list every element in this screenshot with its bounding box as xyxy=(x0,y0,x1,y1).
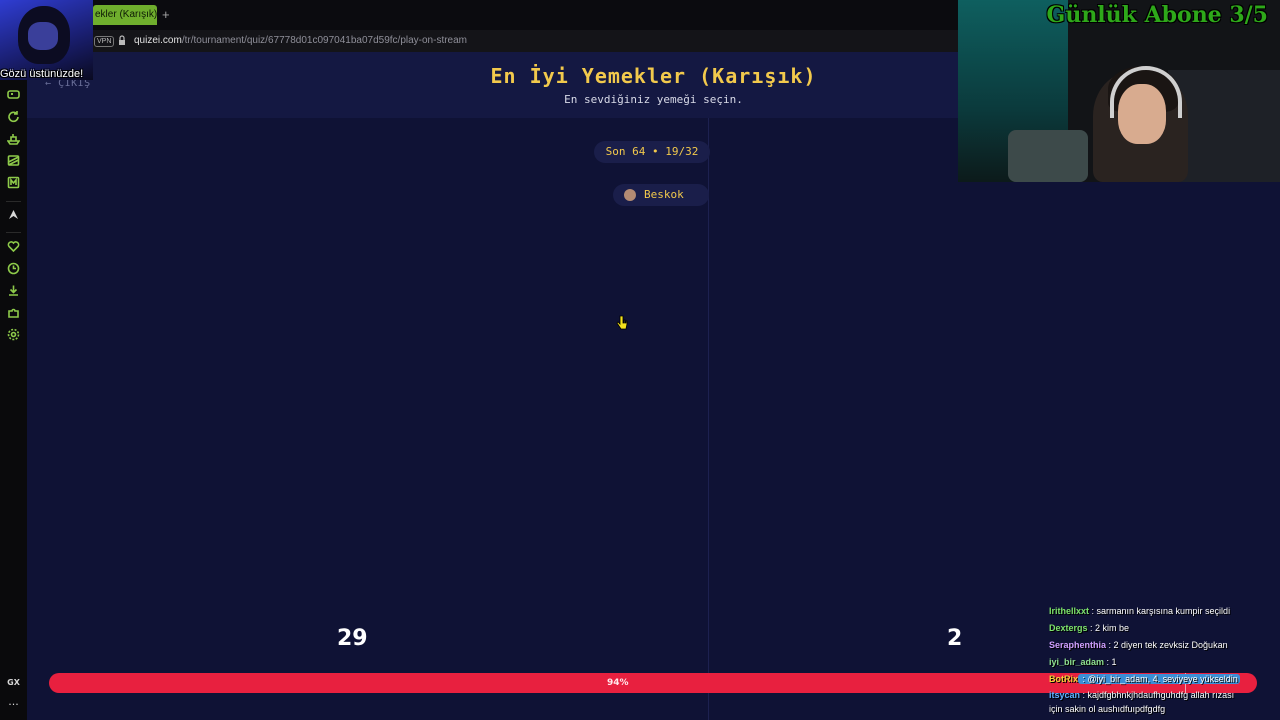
more-icon[interactable]: ··· xyxy=(7,698,20,711)
sidebar-divider xyxy=(6,232,21,233)
round-indicator: Son 64 • 19/32 xyxy=(594,141,710,163)
subscriber-goal: Günlük Abone 3/5 xyxy=(1046,2,1268,28)
chat-overlay: Irithellxxt : sarmanın karşısına kumpir … xyxy=(1046,604,1280,720)
download-icon[interactable] xyxy=(7,284,20,297)
lock-icon xyxy=(119,35,125,45)
left-percent-label: 94% xyxy=(607,678,629,688)
ship-icon[interactable] xyxy=(7,132,20,145)
chat-text: : 2 kim be xyxy=(1087,623,1130,633)
avatar xyxy=(624,189,636,201)
chat-message: Seraphenthia : 2 diyen tek zevksiz Doğuk… xyxy=(1049,640,1228,650)
chat-message: BotRix : @iyi_bir_adam, 4. seviyeye yüks… xyxy=(1049,674,1240,684)
right-choice-area[interactable] xyxy=(709,118,1280,658)
avatar-face xyxy=(28,22,58,50)
logo-icon[interactable] xyxy=(7,208,20,221)
hand-cursor-icon xyxy=(616,315,628,330)
chat-text: : 1 xyxy=(1104,657,1117,667)
webcam-pillow xyxy=(1008,130,1088,182)
gx-icon[interactable]: GX xyxy=(7,676,20,689)
url-host: quizei.com xyxy=(134,35,182,46)
player-badge: Beskok xyxy=(613,184,709,206)
heart-icon[interactable] xyxy=(7,240,20,253)
left-vote-count: 29 xyxy=(337,626,368,651)
chat-text: : @iyi_bir_adam, 4. seviyeye yükseldin xyxy=(1078,674,1240,684)
chat-message: Dextergs : 2 kim be xyxy=(1049,623,1129,633)
right-vote-count: 2 xyxy=(947,626,963,651)
browser-tab-bar: ekler (Karışık) · + xyxy=(0,0,960,30)
chat-message: iyi_bir_adam : 1 xyxy=(1049,657,1117,667)
player-name: Beskok xyxy=(644,188,684,201)
settings-icon[interactable] xyxy=(7,328,20,341)
sidebar-divider xyxy=(6,201,21,202)
puzzle-icon[interactable] xyxy=(7,306,20,319)
clock-icon[interactable] xyxy=(7,262,20,275)
gamepad-icon[interactable] xyxy=(7,88,20,101)
browser-sidebar: GX ··· xyxy=(0,52,27,720)
refresh-icon[interactable] xyxy=(7,110,20,123)
chat-username: Irithellxxt xyxy=(1049,606,1090,616)
chat-text: için sakin ol aushıdfuıpdfgdfg xyxy=(1049,704,1166,714)
chat-text: : sarmanın karşısına kumpir seçildi xyxy=(1089,606,1231,616)
vpn-badge[interactable]: VPN xyxy=(94,36,115,47)
url-path: /tr/tournament/quiz/67778d01c097041ba07d… xyxy=(181,35,468,46)
active-tab[interactable]: ekler (Karışık) · xyxy=(93,5,157,25)
chat-message: için sakin ol aushıdfuıpdfgdfg xyxy=(1049,704,1165,714)
chat-username: Seraphenthia xyxy=(1049,640,1107,650)
new-tab-button[interactable]: + xyxy=(162,7,170,22)
chat-text: : 2 diyen tek zevksiz Doğukan xyxy=(1106,640,1228,650)
chat-message: itsycan : kajdfgbhnkjhdaufhguhdfg allah … xyxy=(1049,690,1234,700)
url-text[interactable]: quizei.com/tr/tournament/quiz/67778d01c0… xyxy=(134,35,467,46)
chat-text: : kajdfgbhnkjhdaufhguhdfg allah rızası xyxy=(1080,690,1235,700)
left-choice-area[interactable] xyxy=(27,118,708,658)
overlay-caption: Gözü üstünüzde! xyxy=(0,68,84,80)
m-icon[interactable] xyxy=(7,176,20,189)
chat-username: BotRix xyxy=(1049,674,1078,684)
chat-username: Dextergs xyxy=(1049,623,1088,633)
chat-message: Irithellxxt : sarmanın karşısına kumpir … xyxy=(1049,606,1230,616)
chat-username: iyi_bir_adam xyxy=(1049,657,1105,667)
bag-icon[interactable] xyxy=(7,154,20,167)
chat-username: itsycan xyxy=(1049,690,1081,700)
